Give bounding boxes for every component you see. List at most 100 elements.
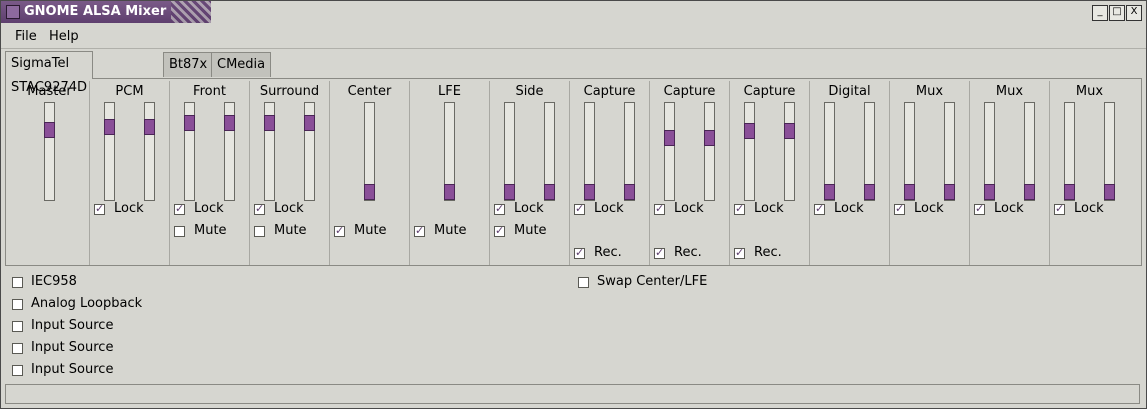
channel-strip: Front Lock Mute bbox=[170, 81, 250, 265]
slider-knob[interactable] bbox=[1104, 184, 1115, 200]
lock-checkbox[interactable] bbox=[654, 202, 665, 215]
volume-slider[interactable] bbox=[304, 102, 315, 201]
slider-knob[interactable] bbox=[784, 123, 795, 139]
volume-slider[interactable] bbox=[44, 102, 55, 201]
tab-cmedia[interactable]: CMedia PCI bbox=[211, 52, 272, 96]
volume-slider[interactable] bbox=[1104, 102, 1115, 201]
volume-slider[interactable] bbox=[104, 102, 115, 201]
title-bar[interactable]: GNOME ALSA Mixer _ □ X bbox=[1, 1, 1146, 23]
slider-knob[interactable] bbox=[1064, 184, 1075, 200]
mute-checkbox[interactable] bbox=[254, 226, 265, 237]
volume-slider[interactable] bbox=[984, 102, 995, 201]
rec-checkbox[interactable] bbox=[574, 246, 585, 259]
slider-knob[interactable] bbox=[864, 184, 875, 200]
lock-checkbox[interactable] bbox=[254, 202, 265, 215]
lock-checkbox[interactable] bbox=[734, 202, 745, 215]
slider-knob[interactable] bbox=[624, 184, 635, 200]
volume-slider[interactable] bbox=[664, 102, 675, 201]
volume-slider[interactable] bbox=[144, 102, 155, 201]
lock-checkbox[interactable] bbox=[174, 202, 185, 215]
lock-checkbox[interactable] bbox=[814, 202, 825, 215]
slider-knob[interactable] bbox=[704, 130, 715, 146]
volume-slider[interactable] bbox=[824, 102, 835, 201]
status-bar bbox=[5, 384, 1140, 404]
switch-checkbox[interactable] bbox=[12, 343, 23, 354]
volume-slider[interactable] bbox=[784, 102, 795, 201]
lock-checkbox[interactable] bbox=[494, 202, 505, 215]
volume-slider[interactable] bbox=[904, 102, 915, 201]
switch-checkbox[interactable] bbox=[12, 365, 23, 376]
close-button[interactable]: X bbox=[1126, 5, 1142, 21]
lock-label: Lock bbox=[674, 201, 704, 216]
volume-slider[interactable] bbox=[264, 102, 275, 201]
lock-checkbox[interactable] bbox=[94, 202, 105, 215]
slider-knob[interactable] bbox=[584, 184, 595, 200]
lock-checkbox[interactable] bbox=[894, 202, 905, 215]
channel-strip: Side Lock Mute bbox=[490, 81, 570, 265]
slider-knob[interactable] bbox=[184, 115, 195, 131]
slider-knob[interactable] bbox=[44, 122, 55, 138]
channel-strip: Capture Lock Rec. bbox=[730, 81, 810, 265]
rec-checkbox[interactable] bbox=[734, 246, 745, 259]
mute-checkbox[interactable] bbox=[174, 226, 185, 237]
tab-bt87x[interactable]: Bt87x bbox=[163, 52, 214, 77]
volume-slider[interactable] bbox=[584, 102, 595, 201]
slider-knob[interactable] bbox=[1024, 184, 1035, 200]
minimize-button[interactable]: _ bbox=[1092, 5, 1108, 21]
volume-slider[interactable] bbox=[704, 102, 715, 201]
switch-checkbox[interactable] bbox=[578, 277, 589, 288]
volume-slider[interactable] bbox=[624, 102, 635, 201]
volume-slider[interactable] bbox=[1024, 102, 1035, 201]
switch-checkbox[interactable] bbox=[12, 277, 23, 288]
slider-knob[interactable] bbox=[544, 184, 555, 200]
menu-file[interactable]: File bbox=[15, 29, 37, 44]
lock-checkbox[interactable] bbox=[974, 202, 985, 215]
volume-slider[interactable] bbox=[504, 102, 515, 201]
volume-slider[interactable] bbox=[944, 102, 955, 201]
channel-strip: Mux Lock bbox=[890, 81, 970, 265]
volume-slider[interactable] bbox=[364, 102, 375, 201]
slider-knob[interactable] bbox=[944, 184, 955, 200]
lock-label: Lock bbox=[194, 201, 224, 216]
channel-name: PCM bbox=[115, 84, 144, 99]
slider-knob[interactable] bbox=[504, 184, 515, 200]
volume-slider[interactable] bbox=[184, 102, 195, 201]
slider-knob[interactable] bbox=[984, 184, 995, 200]
slider-knob[interactable] bbox=[104, 119, 115, 135]
mute-checkbox[interactable] bbox=[414, 224, 425, 237]
channel-strip-container: MasterPCMLockFrontLockMuteSurroundLockMu… bbox=[10, 81, 1136, 265]
channel-name: Capture bbox=[743, 84, 796, 99]
volume-slider[interactable] bbox=[544, 102, 555, 201]
slider-knob[interactable] bbox=[144, 119, 155, 135]
slider-knob[interactable] bbox=[824, 184, 835, 200]
window-title: GNOME ALSA Mixer bbox=[24, 4, 167, 19]
tab-sigmatel[interactable]: SigmaTel STAC9274D bbox=[5, 51, 94, 95]
switch-checkbox[interactable] bbox=[12, 299, 23, 310]
slider-knob[interactable] bbox=[664, 130, 675, 146]
volume-slider[interactable] bbox=[444, 102, 455, 201]
volume-slider[interactable] bbox=[1064, 102, 1075, 201]
slider-knob[interactable] bbox=[304, 115, 315, 131]
slider-knob[interactable] bbox=[224, 115, 235, 131]
switch-label: Swap Center/LFE bbox=[597, 274, 708, 289]
slider-knob[interactable] bbox=[264, 115, 275, 131]
switch-checkbox[interactable] bbox=[12, 321, 23, 332]
slider-knob[interactable] bbox=[744, 123, 755, 139]
maximize-button[interactable]: □ bbox=[1109, 5, 1125, 21]
mute-checkbox[interactable] bbox=[334, 224, 345, 237]
slider-knob[interactable] bbox=[904, 184, 915, 200]
lock-label: Lock bbox=[514, 201, 544, 216]
menu-help[interactable]: Help bbox=[49, 29, 79, 44]
slider-knob[interactable] bbox=[364, 184, 375, 200]
rec-checkbox[interactable] bbox=[654, 246, 665, 259]
slider-knob[interactable] bbox=[444, 184, 455, 200]
lock-checkbox[interactable] bbox=[1054, 202, 1065, 215]
volume-slider[interactable] bbox=[864, 102, 875, 201]
mute-checkbox[interactable] bbox=[494, 224, 505, 237]
switch-label: Input Source bbox=[31, 362, 114, 377]
volume-slider[interactable] bbox=[744, 102, 755, 201]
volume-slider[interactable] bbox=[224, 102, 235, 201]
lock-label: Lock bbox=[914, 201, 944, 216]
window-menu-icon[interactable] bbox=[6, 5, 20, 19]
lock-checkbox[interactable] bbox=[574, 202, 585, 215]
